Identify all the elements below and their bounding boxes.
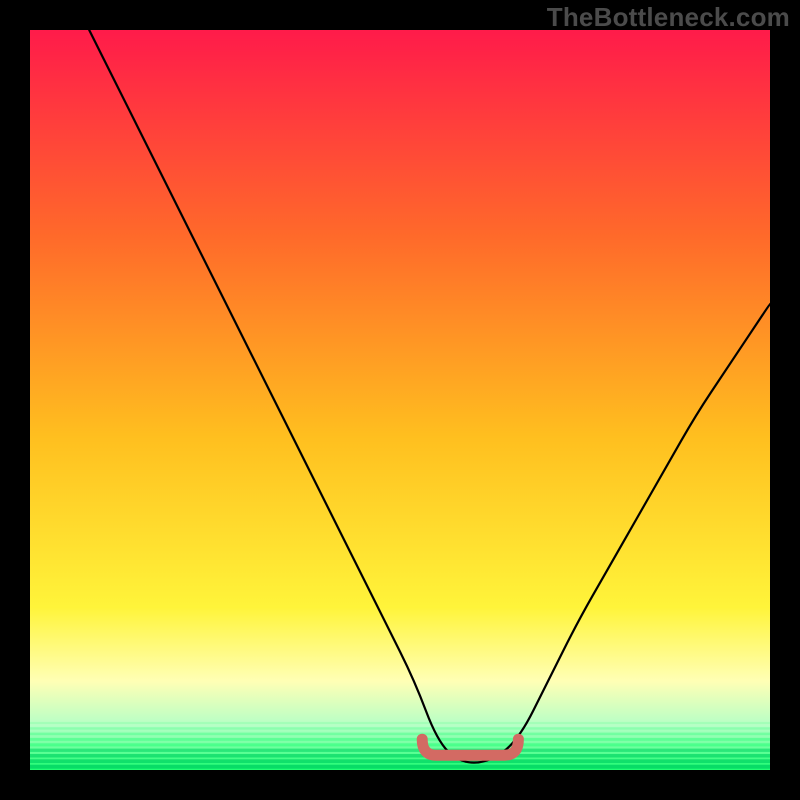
chart-svg (30, 30, 770, 770)
attribution-label: TheBottleneck.com (547, 2, 790, 33)
chart-frame: TheBottleneck.com (0, 0, 800, 800)
plot-area (30, 30, 770, 770)
gradient-background (30, 30, 770, 770)
green-stripe-band (30, 722, 770, 770)
